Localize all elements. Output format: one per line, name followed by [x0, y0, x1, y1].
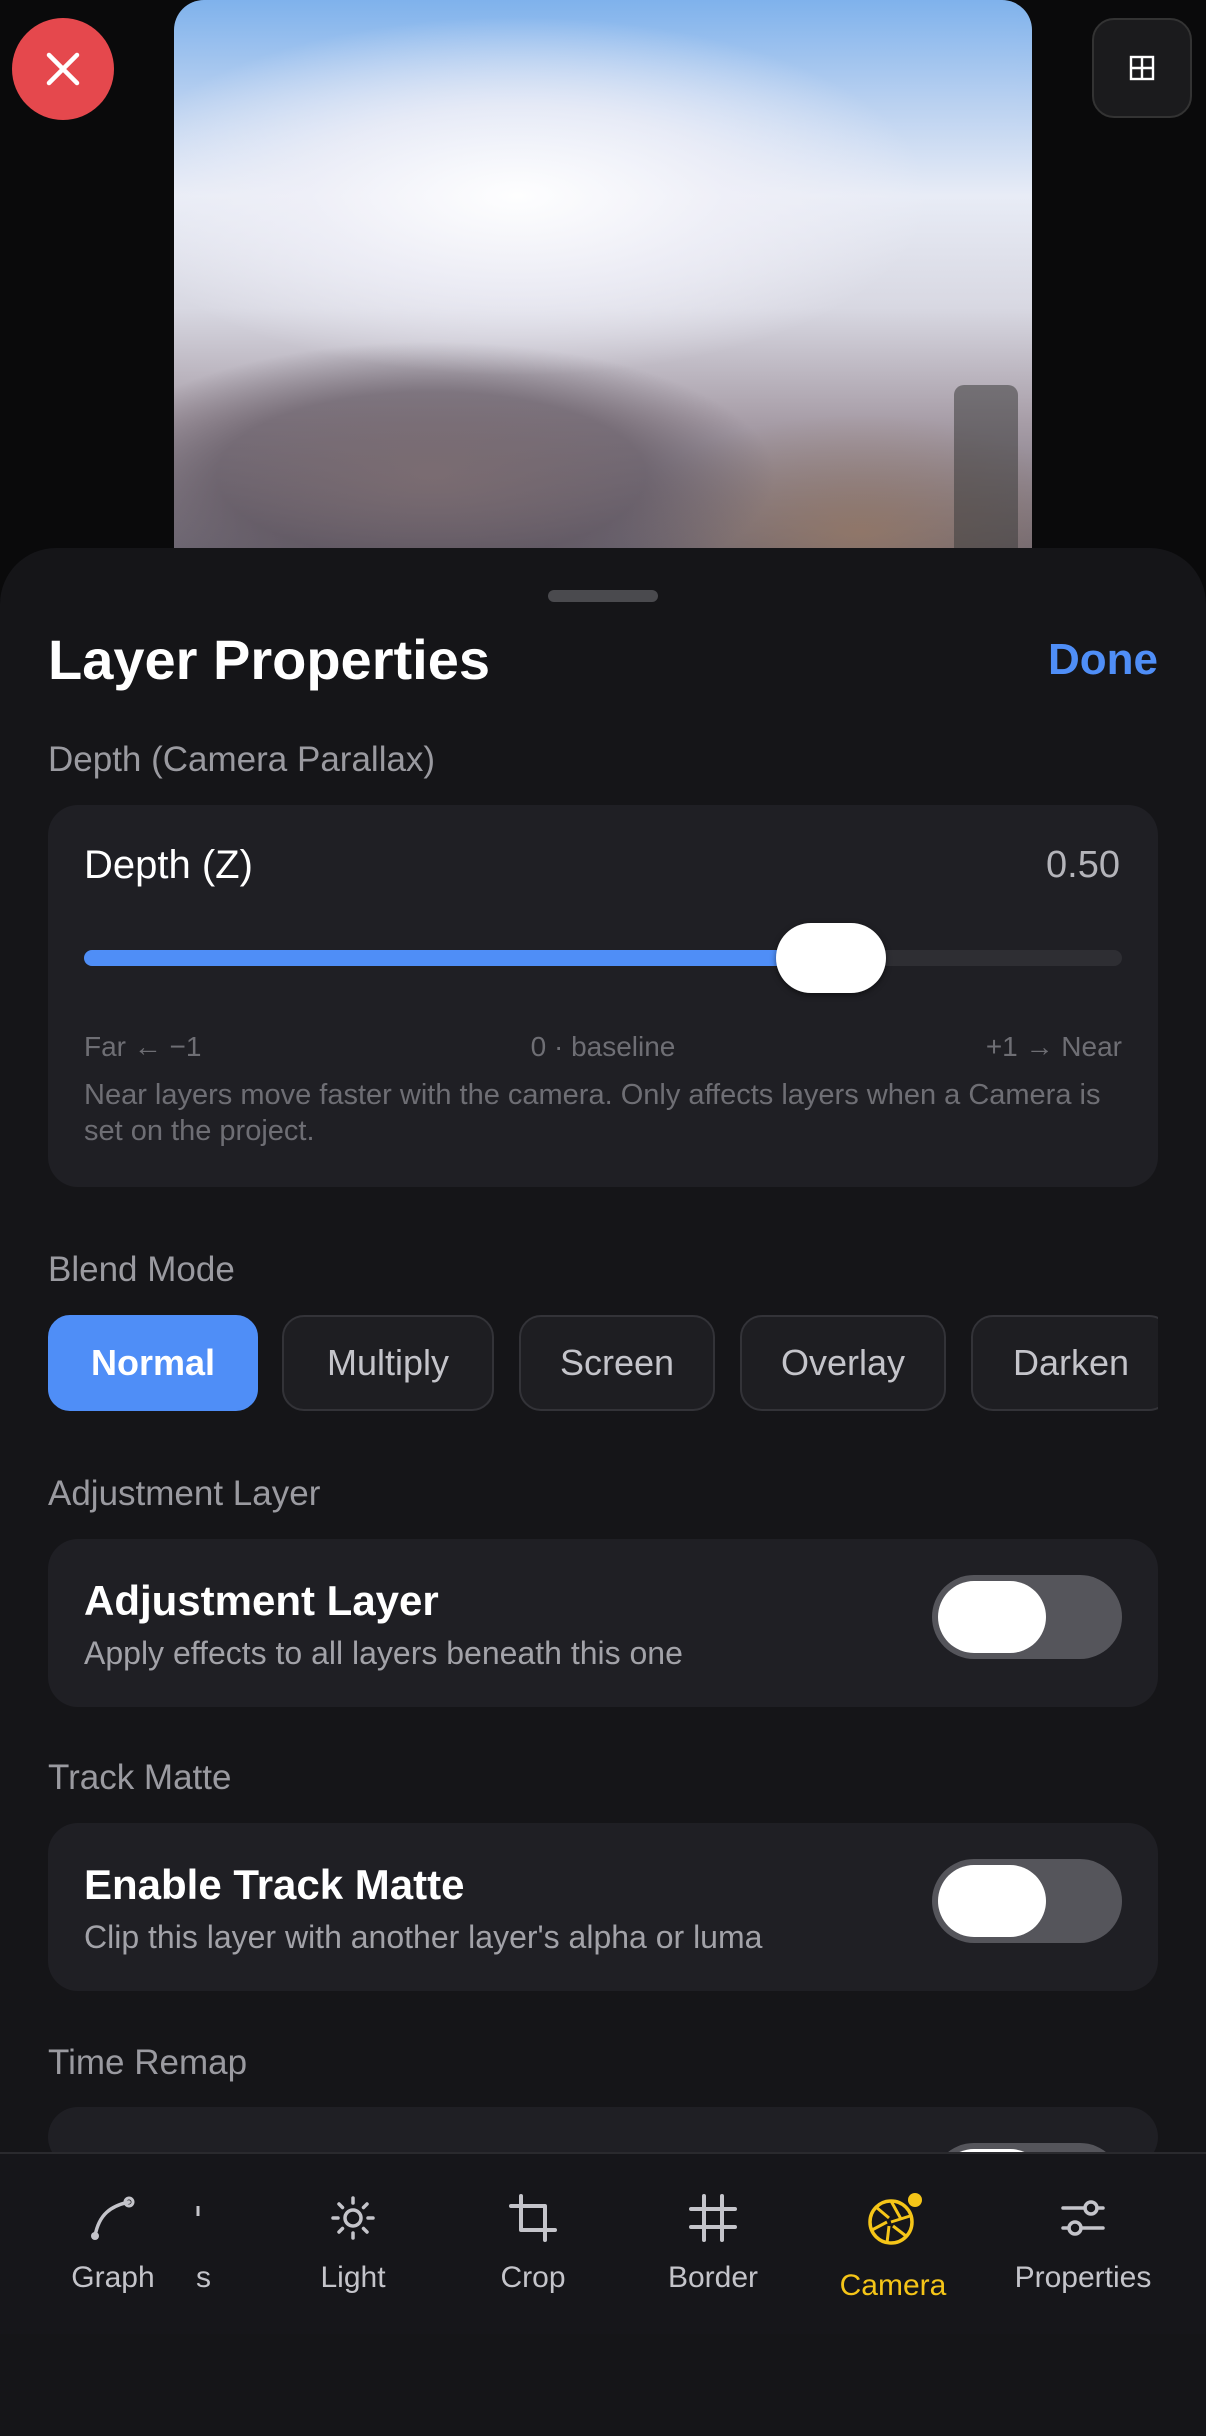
sliders-icon: [1061, 2200, 1105, 2236]
blend-section-label: Blend Mode: [48, 1250, 235, 1289]
preview-scrubber[interactable]: [954, 385, 1018, 560]
sheet-grabber[interactable]: [548, 590, 658, 602]
tab-graph[interactable]: Graph: [33, 2192, 193, 2298]
sun-icon: [331, 2196, 375, 2240]
tab-crop[interactable]: Crop: [453, 2192, 613, 2298]
crop-icon: [509, 2194, 557, 2242]
close-button[interactable]: [12, 18, 114, 120]
track-matte-toggle[interactable]: [932, 1859, 1122, 1943]
depth-hint: Near layers move faster with the camera.…: [84, 1079, 1101, 1147]
tab-label: Light: [320, 2261, 386, 2294]
depth-slider-thumb[interactable]: [776, 923, 887, 993]
blend-option-normal[interactable]: Normal: [48, 1315, 258, 1411]
clipped-icon: [196, 2206, 200, 2216]
adjustment-layer-toggle[interactable]: [932, 1575, 1122, 1659]
tab-label: Camera: [839, 2269, 947, 2302]
grid-hash-icon: [689, 2194, 737, 2242]
track-matte-row: Enable Track Matte Clip this layer with …: [48, 1823, 1158, 1991]
tab-border[interactable]: Border: [633, 2192, 793, 2298]
graph-curve-icon: [91, 2196, 135, 2240]
depth-value: 0.50: [1046, 844, 1120, 886]
tab-properties[interactable]: Properties: [1003, 2192, 1163, 2298]
track-matte-section-label: Track Matte: [48, 1758, 232, 1797]
depth-tick-near: +1 → Near: [985, 1031, 1122, 1062]
aperture-icon: [868, 2193, 922, 2245]
toggle-knob: [938, 1865, 1046, 1937]
close-icon: [46, 52, 80, 86]
layout-grid-button[interactable]: [1092, 18, 1192, 118]
depth-section-label: Depth (Camera Parallax): [48, 740, 436, 779]
toggle-knob: [938, 1581, 1046, 1653]
blend-option-overlay[interactable]: Overlay: [740, 1315, 946, 1411]
blend-option-screen[interactable]: Screen: [519, 1315, 715, 1411]
page-title: Layer Properties: [48, 628, 490, 691]
blend-option-darken[interactable]: Darken: [971, 1315, 1158, 1411]
depth-slider-fill: [84, 950, 832, 966]
track-matte-title: Enable Track Matte: [84, 1861, 465, 1908]
tab-label: Crop: [500, 2261, 566, 2294]
blend-option-multiply[interactable]: Multiply: [282, 1315, 494, 1411]
adjustment-layer-row: Adjustment Layer Apply effects to all la…: [48, 1539, 1158, 1707]
depth-slider[interactable]: [84, 923, 1122, 993]
done-button[interactable]: Done: [1048, 624, 1158, 696]
adjustment-layer-title: Adjustment Layer: [84, 1577, 439, 1624]
tab-clipped[interactable]: s: [190, 2192, 210, 2298]
track-matte-subtitle: Clip this layer with another layer's alp…: [84, 1919, 763, 1955]
grid-icon: [1129, 55, 1155, 81]
tab-label: Graph: [71, 2261, 155, 2294]
tab-label: s: [196, 2261, 210, 2294]
time-remap-section-label: Time Remap: [48, 2043, 248, 2082]
tab-camera[interactable]: Camera: [813, 2192, 973, 2306]
depth-card: Depth (Z) 0.50 Far ← −1 0 · baseline +1 …: [48, 805, 1158, 1187]
adjustment-layer-subtitle: Apply effects to all layers beneath this…: [84, 1635, 683, 1671]
video-preview: [0, 0, 1206, 600]
blend-mode-selector: Normal Multiply Screen Overlay Darken: [48, 1315, 1158, 1411]
adjustment-section-label: Adjustment Layer: [48, 1474, 321, 1513]
depth-label: Depth (Z): [84, 843, 253, 887]
tab-label: Border: [667, 2261, 759, 2294]
preview-image: [174, 0, 1032, 560]
tab-label: Properties: [1014, 2261, 1152, 2294]
tab-light[interactable]: Light: [273, 2192, 433, 2298]
